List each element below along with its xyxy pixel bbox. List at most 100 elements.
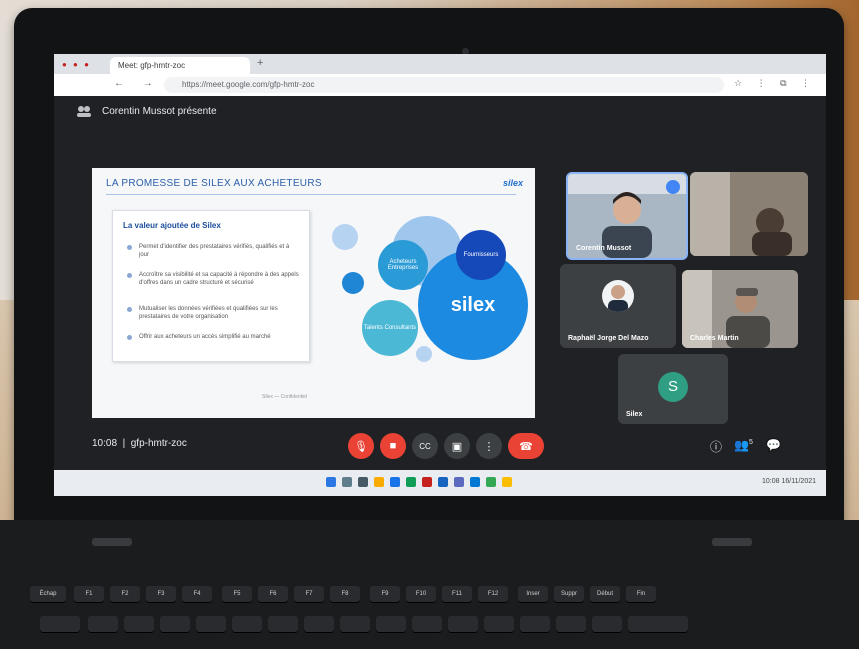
bubble-label: Fournisseurs [463, 252, 499, 258]
silex-logo-text: silex [450, 293, 496, 316]
keyboard-key [484, 616, 514, 632]
bullet-dot-icon [127, 245, 132, 250]
system-tray[interactable]: 10:08 16/11/2021 [762, 478, 816, 485]
suppliers-bubble: Fournisseurs [456, 230, 506, 280]
keyboard-key [40, 616, 80, 632]
card-heading: La valeur ajoutée de Silex [123, 221, 221, 230]
url-field[interactable]: https://meet.google.com/gfp-hmtr-zoc [164, 77, 724, 93]
people-icon: 👥 [734, 438, 749, 452]
hinge-right [712, 538, 752, 546]
keyboard-key [268, 616, 298, 632]
keyboard-key [592, 616, 622, 632]
participant-video [690, 172, 808, 256]
laptop-lid: ● ● ● Meet: gfp-hmtr-zoc + ← → ⟳ https:/… [14, 8, 844, 548]
speaking-indicator-icon [666, 180, 680, 194]
info-icon[interactable]: ⓘ [710, 438, 722, 455]
mic-off-icon: 🎙 [354, 440, 368, 453]
participant-name: Charles Martin [690, 335, 739, 342]
tray-clock: 10:08 [762, 478, 780, 485]
chrome-icon[interactable] [486, 477, 496, 487]
keyboard-key [160, 616, 190, 632]
keyboard-key: F8 [330, 586, 360, 602]
chat-icon[interactable]: 💬 [766, 438, 781, 452]
participant-tile[interactable]: Charles Martin [682, 270, 798, 348]
present-icon: ▣ [451, 440, 463, 453]
people-count: 5 [748, 439, 753, 446]
participant-name: Raphaël Jorge Del Mazo [568, 335, 649, 342]
value-card: La valeur ajoutée de Silex Permet d'iden… [112, 210, 310, 362]
os-taskbar: 10:08 16/11/2021 [54, 470, 826, 496]
start-icon[interactable] [326, 477, 336, 487]
search-icon[interactable] [342, 477, 352, 487]
keyboard-key: F4 [182, 586, 212, 602]
keyboard-key: F12 [478, 586, 508, 602]
card-bullet: Permet d'identifier des prestataires vér… [139, 244, 290, 258]
keyboard-key: Échap [30, 586, 66, 602]
mic-toggle-button[interactable]: 🎙 [348, 433, 374, 459]
task-view-icon[interactable] [358, 477, 368, 487]
camera-off-icon: ■ [389, 440, 397, 452]
keyboard-key [556, 616, 586, 632]
hinge-left [92, 538, 132, 546]
meet-controls-bar: 10:08 | gfp-hmtr-zoc 🎙 ■ CC ▣ ⋮ ☎ ⓘ 👥5 💬 [54, 424, 826, 470]
presented-slide: LA PROMESSE DE SILEX AUX ACHETEURS silex… [92, 168, 535, 418]
keyboard-key [412, 616, 442, 632]
talents-bubble: Talents Consultants [362, 300, 418, 356]
presenter-label: Corentin Mussot présente [102, 106, 217, 117]
participant-tile[interactable]: Corentin Mussot [566, 172, 688, 260]
bullet-dot-icon [127, 335, 132, 340]
keyboard-key: F9 [370, 586, 400, 602]
participant-tile[interactable]: S Silex [618, 354, 728, 424]
present-button[interactable]: ▣ [444, 433, 470, 459]
card-bullet: Offrir aux acheteurs un accès simplifié … [139, 334, 271, 340]
people-button[interactable]: 👥5 [734, 438, 753, 452]
app-icon[interactable] [502, 477, 512, 487]
keyboard-key [196, 616, 226, 632]
url-text: https://meet.google.com/gfp-hmtr-zoc [182, 80, 315, 89]
new-tab-icon[interactable]: + [257, 57, 263, 69]
keyboard-key: F11 [442, 586, 472, 602]
powerpoint-icon[interactable] [422, 477, 432, 487]
participant-name: Corentin Mussot [576, 245, 632, 252]
slide-logo: silex [502, 178, 523, 188]
bullet-dot-icon [127, 307, 132, 312]
slide-footer: Silex — Confidentiel [262, 394, 308, 400]
meeting-code: gfp-hmtr-zoc [130, 438, 187, 449]
browser-address-bar: ← → ⟳ https://meet.google.com/gfp-hmtr-z… [54, 74, 826, 97]
meeting-info-label: 10:08 | gfp-hmtr-zoc [92, 438, 187, 449]
avatar [602, 280, 634, 312]
participant-tile[interactable]: Raphaël Jorge Del Mazo [560, 264, 676, 348]
captions-button[interactable]: CC [412, 433, 438, 459]
laptop-screen: ● ● ● Meet: gfp-hmtr-zoc + ← → ⟳ https:/… [54, 54, 826, 496]
keyboard-key: F1 [74, 586, 104, 602]
keyboard-key [520, 616, 550, 632]
extensions-icon[interactable]: ☆ ⋮ ⧉ ⋮ [734, 78, 816, 89]
keyboard-key: Suppr [554, 586, 584, 602]
more-options-button[interactable]: ⋮ [476, 433, 502, 459]
participant-tile[interactable] [690, 172, 808, 256]
window-controls-icon[interactable]: ● ● ● [62, 60, 91, 69]
teams-icon[interactable] [454, 477, 464, 487]
bullet-dot-icon [127, 273, 132, 278]
file-explorer-icon[interactable] [374, 477, 384, 487]
keyboard-key: F10 [406, 586, 436, 602]
keyboard-key [376, 616, 406, 632]
excel-icon[interactable] [406, 477, 416, 487]
keyboard-key: F5 [222, 586, 252, 602]
bubble-label: Talents Consultants [363, 325, 417, 331]
keyboard-key: F6 [258, 586, 288, 602]
card-bullet: Accroître sa visibilité et sa capacité à… [139, 272, 299, 286]
keyboard-key: F2 [110, 586, 140, 602]
keyboard-key: F7 [294, 586, 324, 602]
browser-tab[interactable]: Meet: gfp-hmtr-zoc [110, 57, 250, 74]
edge-icon[interactable] [390, 477, 400, 487]
camera-toggle-button[interactable]: ■ [380, 433, 406, 459]
outlook-icon[interactable] [470, 477, 480, 487]
keyboard-key: F3 [146, 586, 176, 602]
decor-bubble [416, 346, 432, 362]
hang-up-button[interactable]: ☎ [508, 433, 544, 459]
keyboard-key [628, 616, 688, 632]
presenter-icon [77, 106, 91, 117]
word-icon[interactable] [438, 477, 448, 487]
slide-divider [106, 194, 516, 195]
